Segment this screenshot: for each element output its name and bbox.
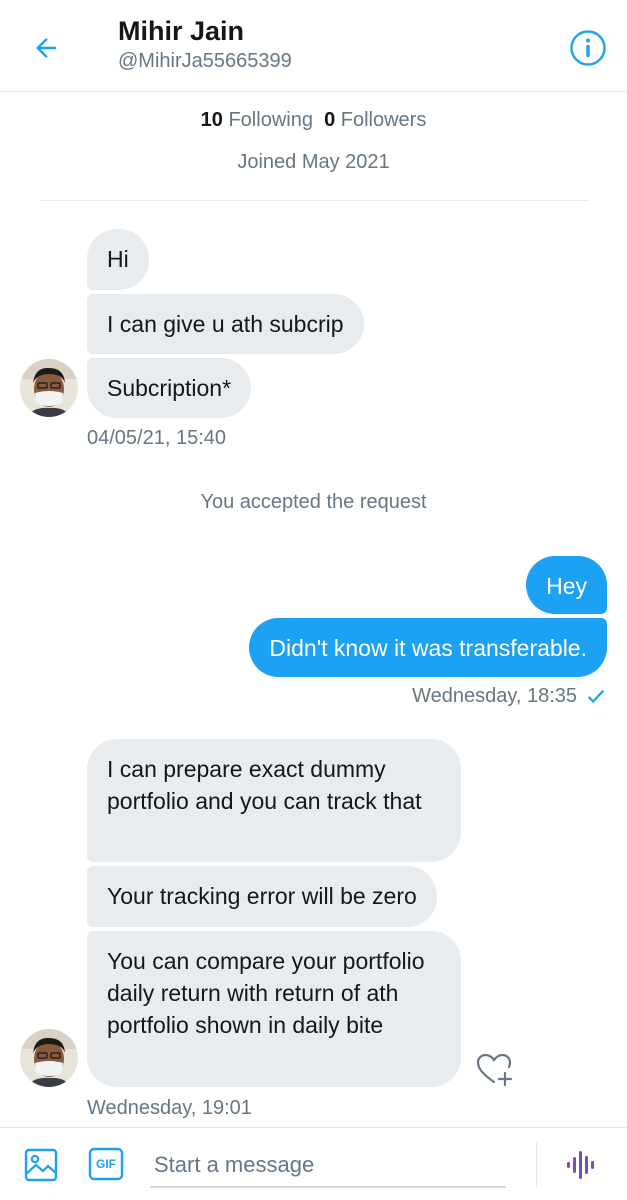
followers-label: Followers [340,109,427,131]
following-link[interactable]: 10 Following [201,109,313,131]
avatar-image [20,359,78,417]
message-timestamp: Wednesday, 18:35 [412,685,577,707]
incoming-message[interactable]: You can compare your portfolio daily ret… [87,931,461,1087]
followers-link[interactable]: 0 Followers [324,109,426,131]
joined-date: Joined May 2021 [237,151,390,173]
system-notice: You accepted the request [200,491,427,513]
message-status: Wednesday, 18:35 [412,682,607,710]
avatar[interactable] [20,359,78,417]
info-button[interactable] [566,26,610,70]
conversation-title[interactable]: Mihir Jain @MihirJa55665399 [118,14,292,74]
sent-check-icon [587,689,605,704]
back-button[interactable] [22,26,70,70]
composer-divider [536,1142,537,1188]
arrow-left-icon [36,38,56,58]
outgoing-message[interactable]: Hey [526,556,607,614]
incoming-message[interactable]: I can prepare exact dummy portfolio and … [87,739,461,862]
gif-label: GIF [96,1157,116,1171]
info-icon [570,30,606,66]
divider [40,200,588,201]
avatar-image [20,1029,78,1087]
voice-icon [567,1151,594,1179]
following-count: 10 [200,109,223,131]
following-label: Following [228,109,313,131]
like-button[interactable] [474,1050,516,1090]
follow-stats: 10 Following 0 Followers [0,106,627,134]
outgoing-message[interactable]: Didn't know it was transferable. [249,618,607,677]
message-input[interactable] [150,1144,506,1188]
contact-name: Mihir Jain [118,16,245,46]
incoming-message[interactable]: Hi [87,229,149,290]
followers-count: 0 [324,109,336,131]
add-image-button[interactable] [20,1144,62,1186]
conversation-header: Mihir Jain @MihirJa55665399 [0,0,627,92]
incoming-message[interactable]: I can give u ath subcrip [87,294,364,354]
gif-button[interactable]: GIF [88,1146,124,1182]
message-timestamp: 04/05/21, 15:40 [87,427,227,449]
heart-plus-icon [476,1053,513,1087]
avatar[interactable] [20,1029,78,1087]
voice-message-button[interactable] [560,1144,602,1186]
message-timestamp: Wednesday, 19:01 [87,1097,252,1119]
incoming-message[interactable]: Your tracking error will be zero [87,866,437,927]
image-icon [24,1148,58,1182]
incoming-message[interactable]: Subcription* [87,358,252,418]
message-composer: GIF [0,1127,627,1200]
contact-handle: @MihirJa55665399 [118,50,292,72]
